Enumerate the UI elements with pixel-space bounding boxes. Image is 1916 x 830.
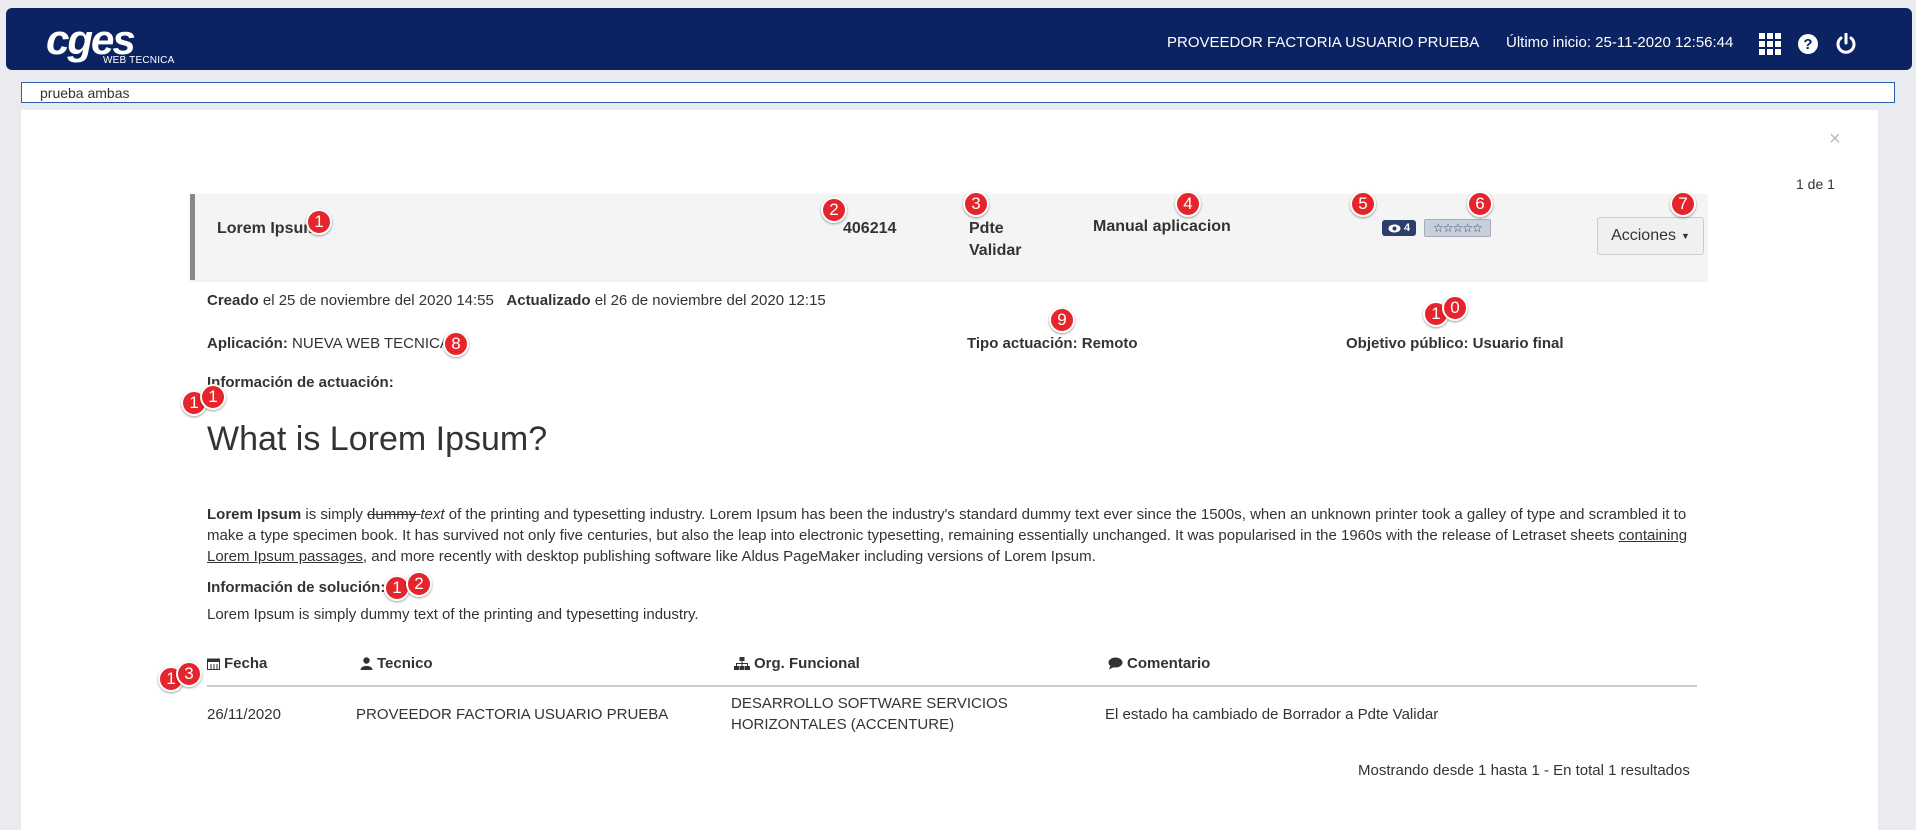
- para-italic: text: [420, 506, 445, 523]
- user-icon: [360, 657, 373, 670]
- solucion-text: Lorem Ipsum is simply dummy text of the …: [207, 606, 699, 623]
- marker-4: 4: [1175, 191, 1201, 217]
- search-input[interactable]: [21, 82, 1895, 103]
- col-tecnico: Tecnico: [360, 655, 433, 672]
- objetivo-publico: Objetivo público: Usuario final: [1346, 335, 1564, 352]
- caret-down-icon: ▼: [1681, 231, 1690, 241]
- marker-10b: 0: [1442, 295, 1468, 321]
- marker-1: 1: [306, 209, 332, 235]
- close-icon[interactable]: ×: [1829, 128, 1841, 151]
- col-comentario: Comentario: [1108, 655, 1210, 672]
- marker-11b: 1: [200, 384, 226, 410]
- col-fecha-label: Fecha: [224, 655, 268, 672]
- para-text-3: , and more recently with desktop publish…: [362, 548, 1096, 565]
- application-value: NUEVA WEB TECNICA: [292, 335, 450, 352]
- para-strike: dummy: [367, 506, 421, 523]
- marker-2: 2: [821, 197, 847, 223]
- marker-5: 5: [1350, 191, 1376, 217]
- application-field: Aplicación: NUEVA WEB TECNICA: [207, 335, 450, 352]
- cges-logo[interactable]: cges WEB TECNICA: [40, 18, 200, 68]
- cell-fecha: 26/11/2020: [207, 706, 281, 723]
- marker-13b: 3: [176, 661, 202, 687]
- updated-label: Actualizado: [506, 292, 591, 309]
- eye-icon: [1388, 224, 1401, 232]
- cell-org: DESARROLLO SOFTWARE SERVICIOS HORIZONTAL…: [731, 693, 1008, 735]
- para-bold: Lorem Ipsum: [207, 506, 302, 523]
- solucion-heading: Información de solución:: [207, 579, 386, 596]
- card-title: Lorem Ipsum: [217, 220, 318, 237]
- dates-line: Creado el 25 de noviembre del 2020 14:55…: [207, 292, 826, 309]
- card-number: 406214: [843, 220, 897, 237]
- actions-dropdown-button[interactable]: Acciones ▼: [1597, 217, 1704, 255]
- rating-stars[interactable]: ☆☆☆☆☆: [1424, 219, 1491, 237]
- header-divider: [207, 685, 1697, 687]
- cell-org-line-1: DESARROLLO SOFTWARE SERVICIOS: [731, 695, 1008, 712]
- actuacion-paragraph: Lorem Ipsum is simply dummy text of the …: [207, 504, 1693, 567]
- card-type: Manual aplicacion: [1093, 218, 1231, 235]
- logo-subtitle: WEB TECNICA: [103, 55, 175, 66]
- marker-9: 9: [1049, 307, 1075, 333]
- marker-12b: 2: [406, 571, 432, 597]
- cell-tecnico: PROVEEDOR FACTORIA USUARIO PRUEBA: [356, 706, 669, 723]
- cell-comentario: El estado ha cambiado de Borrador a Pdte…: [1105, 706, 1439, 723]
- marker-6: 6: [1467, 191, 1493, 217]
- updated-value: el 26 de noviembre del 2020 12:15: [594, 292, 826, 309]
- svg-text:?: ?: [1803, 36, 1812, 53]
- power-icon[interactable]: [1834, 32, 1858, 56]
- views-badge: 4: [1382, 220, 1417, 236]
- actions-label: Acciones: [1611, 227, 1676, 244]
- tipo-actuacion: Tipo actuación: Remoto: [967, 335, 1138, 352]
- marker-3: 3: [963, 191, 989, 217]
- actuacion-heading: Información de actuación:: [207, 374, 394, 391]
- col-tecnico-label: Tecnico: [377, 655, 433, 672]
- apps-grid-icon[interactable]: [1758, 32, 1782, 56]
- para-text-1: is simply: [301, 506, 368, 523]
- created-value: el 25 de noviembre del 2020 14:55: [262, 292, 494, 309]
- results-summary: Mostrando desde 1 hasta 1 - En total 1 r…: [1358, 762, 1690, 779]
- col-org-label: Org. Funcional: [754, 655, 860, 672]
- actuacion-title: What is Lorem Ipsum?: [207, 420, 548, 458]
- card-state: Pdte Validar: [969, 220, 1022, 259]
- comment-icon: [1108, 657, 1123, 670]
- marker-8: 8: [443, 331, 469, 357]
- org-chart-icon: [734, 657, 750, 670]
- created-label: Creado: [207, 292, 259, 309]
- cell-org-line-2: HORIZONTALES (ACCENTURE): [731, 716, 955, 733]
- col-comentario-label: Comentario: [1127, 655, 1211, 672]
- col-org: Org. Funcional: [734, 655, 860, 672]
- user-name: PROVEEDOR FACTORIA USUARIO PRUEBA: [1167, 34, 1480, 51]
- col-fecha: Fecha: [207, 655, 267, 672]
- top-navbar: cges WEB TECNICA PROVEEDOR FACTORIA USUA…: [6, 8, 1912, 70]
- last-login: Último inicio: 25-11-2020 12:56:44: [1506, 34, 1734, 51]
- pager: 1 de 1: [1796, 176, 1835, 192]
- calendar-icon: [207, 658, 220, 670]
- help-icon[interactable]: ?: [1796, 32, 1820, 56]
- marker-7: 7: [1670, 191, 1696, 217]
- views-count: 4: [1404, 222, 1411, 234]
- application-label: Aplicación:: [207, 335, 288, 352]
